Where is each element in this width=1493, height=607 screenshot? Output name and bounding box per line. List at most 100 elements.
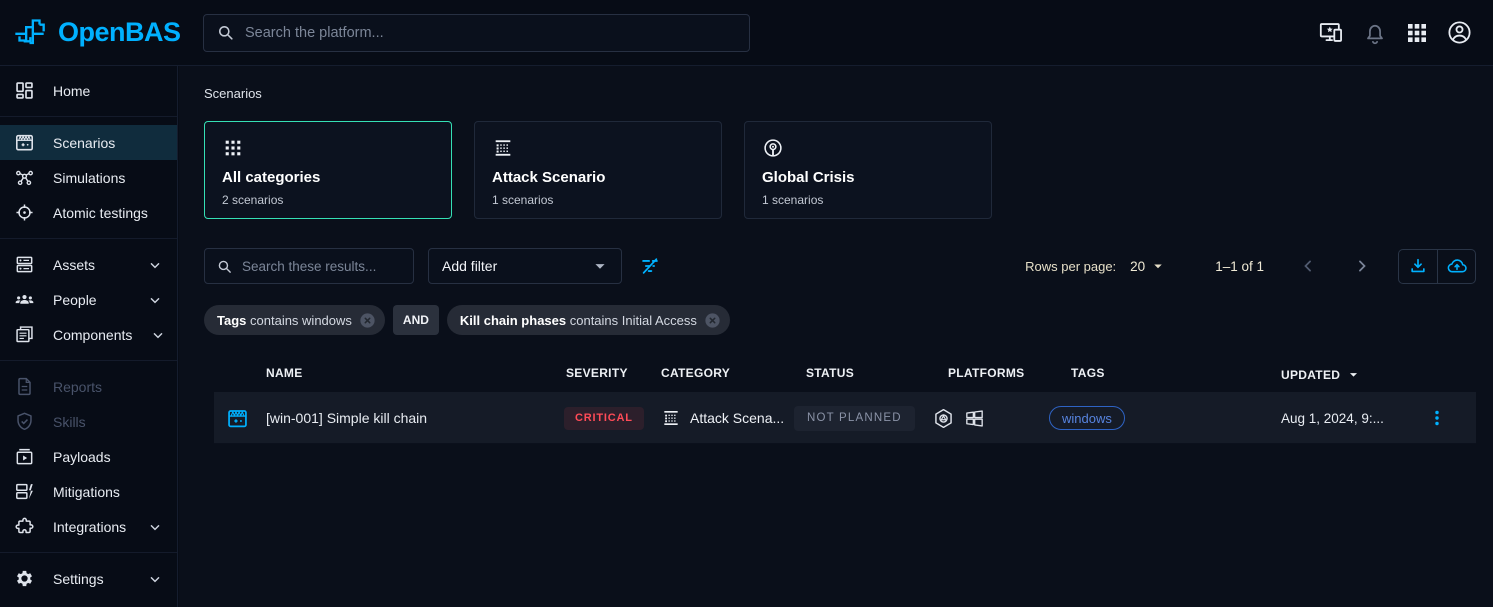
platforms-cell [932,392,986,444]
category-card-count: 1 scenarios [762,193,974,207]
filter-chip-kill-chain[interactable]: Kill chain phases contains Initial Acces… [447,305,730,335]
gear-icon [14,568,35,589]
category-card-global-crisis[interactable]: Global Crisis 1 scenarios [744,121,992,219]
target-crosshair-icon [14,202,35,223]
remove-filter-icon[interactable] [703,311,722,330]
account-avatar-icon[interactable] [1446,19,1473,46]
logo-text: OpenBAS [58,17,181,48]
category-card-title: Global Crisis [762,169,974,186]
openbas-logo[interactable]: OpenBAS [0,13,188,53]
category-card-count: 2 scenarios [222,193,434,207]
column-header-tags[interactable]: TAGS [1071,366,1105,380]
puzzle-extension-icon [14,516,35,537]
sidebar-item-label: Payloads [53,449,111,465]
global-crisis-icon [762,137,974,159]
sidebar-item-label: Components [53,327,132,343]
cloud-upload-button[interactable] [1437,250,1475,283]
category-cards: All categories 2 scenarios Attack Scenar… [204,121,992,219]
platform-search-input[interactable] [245,25,737,41]
sidebar-item-components[interactable]: Components [0,317,177,352]
remove-filter-icon[interactable] [358,311,377,330]
sidebar-item-label: Assets [53,257,95,273]
sidebar-item-label: Mitigations [53,484,120,500]
column-header-updated[interactable]: UPDATED [1281,366,1362,383]
add-filter-select[interactable]: Add filter [428,248,622,284]
sidebar-item-payloads[interactable]: Payloads [0,439,177,474]
category-label: Attack Scena... [690,410,784,426]
clear-filters-icon[interactable] [639,255,661,277]
tag-chip-windows[interactable]: windows [1049,406,1125,430]
chevron-down-icon [147,292,163,308]
severity-badge: CRITICAL [564,407,644,430]
previous-page-icon[interactable] [1298,256,1318,276]
hub-icon [14,167,35,188]
category-card-title: Attack Scenario [492,169,704,186]
sidebar-item-mitigations[interactable]: Mitigations [0,474,177,509]
chevron-down-icon [147,571,163,587]
results-search-input[interactable] [242,259,402,274]
sidebar-item-label: Settings [53,571,104,587]
filter-operator-chip[interactable]: AND [393,305,439,335]
sidebar-item-label: Integrations [53,519,126,535]
updated-date: Aug 1, 2024, 9:... [1281,392,1384,444]
search-icon [216,23,235,42]
sidebar-item-label: Simulations [53,170,125,186]
export-button-group [1398,249,1476,284]
caret-down-icon [589,255,611,277]
scenario-movie-icon [226,392,249,444]
caret-down-icon [1149,257,1167,275]
openbas-logo-icon [12,13,52,53]
sidebar: Home Scenarios Simulations [0,66,178,607]
sidebar-item-simulations[interactable]: Simulations [0,160,177,195]
hexagon-badge-platform-icon [932,407,955,430]
column-header-category[interactable]: CATEGORY [661,366,730,380]
list-toolbar: Add filter Rows per page: 20 1–1 of 1 [204,248,1476,284]
sidebar-item-skills: Skills [0,404,177,439]
filter-chip-text: Kill chain phases contains Initial Acces… [460,313,697,328]
category-card-count: 1 scenarios [492,193,704,207]
scenario-movie-icon [14,132,35,153]
sidebar-item-people[interactable]: People [0,282,177,317]
sidebar-item-assets[interactable]: Assets [0,247,177,282]
column-header-name[interactable]: NAME [266,366,303,380]
category-card-title: All categories [222,169,434,186]
status-badge: NOT PLANNED [794,406,915,431]
notifications-bell-icon[interactable] [1362,20,1388,46]
sidebar-item-scenarios[interactable]: Scenarios [0,125,177,160]
column-header-status[interactable]: STATUS [806,366,854,380]
sort-desc-icon [1345,366,1362,383]
sidebar-item-label: Scenarios [53,135,115,151]
apps-menu-icon[interactable] [1405,21,1429,45]
row-menu-kebab-icon[interactable] [1426,392,1448,444]
next-page-icon[interactable] [1352,256,1372,276]
column-header-platforms[interactable]: PLATFORMS [948,366,1024,380]
filter-chip-tags[interactable]: Tags contains windows [204,305,385,335]
chevron-down-icon [150,327,166,343]
sidebar-item-home[interactable]: Home [0,73,177,108]
category-card-attack-scenario[interactable]: Attack Scenario 1 scenarios [474,121,722,219]
table-row-scenario[interactable]: [win-001] Simple kill chain CRITICAL Att… [214,392,1476,444]
chevron-down-icon [147,519,163,535]
topbar-actions [1318,19,1493,46]
sidebar-divider [0,552,177,553]
rows-per-page-select[interactable]: 20 [1130,257,1167,275]
dynamic-form-icon [14,481,35,502]
search-icon [216,258,233,275]
results-search [204,248,414,284]
sidebar-divider [0,360,177,361]
sidebar-item-atomic-testings[interactable]: Atomic testings [0,195,177,230]
payload-subscriptions-icon [14,446,35,467]
pagination-range: 1–1 of 1 [1215,259,1264,274]
sidebar-item-settings[interactable]: Settings [0,561,177,596]
report-file-icon [14,376,35,397]
agentic-devices-icon[interactable] [1318,19,1345,46]
breadcrumb: Scenarios [204,86,262,101]
column-header-severity[interactable]: SEVERITY [566,366,628,380]
sidebar-item-label: Home [53,83,90,99]
scenarios-table: NAME SEVERITY CATEGORY STATUS PLATFORMS … [214,358,1476,444]
apps-grid-icon [222,137,434,159]
sidebar-item-integrations[interactable]: Integrations [0,509,177,544]
download-export-button[interactable] [1399,250,1437,283]
attack-scenario-icon [661,408,681,428]
category-card-all[interactable]: All categories 2 scenarios [204,121,452,219]
